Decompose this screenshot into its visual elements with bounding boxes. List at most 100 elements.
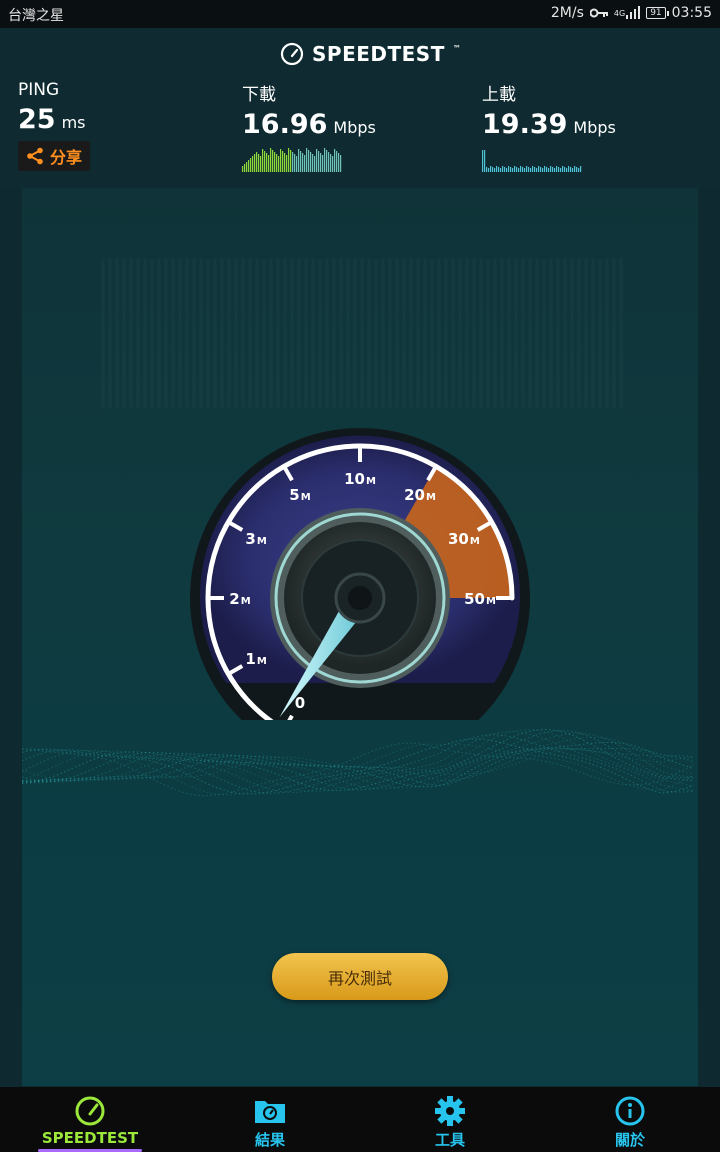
- sparkline-bar: [334, 149, 336, 172]
- status-icons: 2M/s 4G 91 03:55: [551, 5, 712, 21]
- upload-number: 19.39: [482, 109, 568, 140]
- download-label: 下載: [242, 85, 276, 105]
- upload-sparkline: [482, 150, 582, 172]
- share-icon: [27, 147, 43, 165]
- ping-label: PING: [18, 80, 60, 100]
- sparkline-bar: [330, 154, 332, 172]
- sparkline-bar: [572, 168, 574, 172]
- battery-icon: 91: [646, 7, 670, 19]
- sparkline-bar: [252, 156, 254, 172]
- download-value: 16.96 Mbps: [242, 109, 376, 140]
- speedometer-logo-icon: [280, 42, 304, 66]
- sparkline-bar: [520, 166, 522, 172]
- upload-unit: Mbps: [573, 118, 616, 137]
- sparkline-bar: [542, 168, 544, 172]
- nav-speedtest[interactable]: SPEEDTEST: [30, 1095, 150, 1147]
- sparkline-bar: [282, 151, 284, 172]
- background-mesh: [102, 258, 622, 408]
- ping-unit: ms: [61, 113, 86, 132]
- sparkline-bar: [502, 166, 504, 172]
- sparkline-bar: [250, 158, 252, 172]
- sparkline-bar: [532, 166, 534, 172]
- sparkline-bar: [326, 150, 328, 172]
- sparkline-bar: [272, 150, 274, 172]
- sparkline-bar: [300, 151, 302, 172]
- sparkline-bar: [308, 150, 310, 172]
- bottom-navigation: SPEEDTEST 結果 工具 關於: [0, 1087, 720, 1152]
- carrier-name: 台灣之星: [8, 8, 64, 24]
- sparkline-bar: [338, 153, 340, 172]
- sparkline-bar: [530, 168, 532, 172]
- sparkline-bar: [488, 168, 490, 172]
- trademark: ™: [452, 43, 462, 53]
- sparkline-bar: [292, 152, 294, 172]
- sparkline-bar: [482, 150, 484, 172]
- sparkline-bar: [536, 168, 538, 172]
- wave-line: [22, 736, 695, 789]
- sparkline-bar: [254, 154, 256, 172]
- share-button[interactable]: 分享: [18, 141, 90, 171]
- sparkline-bar: [260, 156, 262, 172]
- sparkline-bar: [574, 166, 576, 172]
- sparkline-bar: [528, 167, 530, 172]
- ping-metric: PING 25 ms 分享: [18, 78, 90, 171]
- sparkline-bar: [270, 148, 272, 172]
- info-icon: [615, 1096, 645, 1126]
- sparkline-bar: [298, 149, 300, 172]
- sparkline-bar: [258, 154, 260, 172]
- sparkline-bar: [548, 168, 550, 172]
- upload-value: 19.39 Mbps: [482, 109, 616, 140]
- nav-speedtest-label: SPEEDTEST: [41, 1129, 139, 1147]
- sparkline-bar: [518, 168, 520, 172]
- signal-icon: 4G: [614, 6, 641, 20]
- sparkline-bar: [264, 151, 266, 172]
- sparkline-bar: [560, 168, 562, 172]
- sparkline-bar: [322, 155, 324, 172]
- nav-results[interactable]: 結果: [210, 1095, 330, 1150]
- sparkline-bar: [324, 148, 326, 172]
- nav-results-label: 結果: [254, 1131, 285, 1149]
- sparkline-bar: [564, 167, 566, 172]
- sparkline-bar: [316, 149, 318, 172]
- sparkline-bar: [302, 153, 304, 172]
- nav-tools[interactable]: 工具: [390, 1095, 510, 1150]
- sparkline-bar: [242, 166, 244, 172]
- sparkline-bar: [286, 155, 288, 172]
- sparkline-bar: [544, 166, 546, 172]
- sparkline-bar: [332, 156, 334, 172]
- download-unit: Mbps: [333, 118, 376, 137]
- sparkline-bar: [526, 166, 528, 172]
- sparkline-bar: [268, 155, 270, 172]
- nav-about[interactable]: 關於: [570, 1095, 690, 1150]
- sparkline-bar: [294, 154, 296, 172]
- test-again-button[interactable]: 再次測試: [272, 953, 448, 1000]
- sparkline-bar: [522, 167, 524, 172]
- sparkline-bar: [500, 168, 502, 172]
- sparkline-bar: [566, 168, 568, 172]
- brand-name: SPEEDTEST: [312, 42, 445, 66]
- sparkline-bar: [550, 166, 552, 172]
- sparkline-bar: [580, 166, 582, 172]
- wave-line: [22, 734, 695, 794]
- sparkline-bar: [496, 166, 498, 172]
- sparkline-bar: [510, 167, 512, 172]
- sparkline-bar: [246, 162, 248, 172]
- speedometer-icon: [75, 1096, 105, 1126]
- sparkline-bar: [538, 166, 540, 172]
- sparkline-bar: [312, 154, 314, 172]
- sparkline-bar: [484, 150, 486, 172]
- sparkline-bar: [486, 167, 488, 172]
- sparkline-bar: [256, 152, 258, 172]
- sparkline-bar: [306, 148, 308, 172]
- sparkline-bar: [280, 149, 282, 172]
- nav-tools-label: 工具: [434, 1131, 465, 1149]
- sparkline-bar: [508, 166, 510, 172]
- status-bar: 台灣之星 2M/s 4G 91 03:55: [0, 0, 720, 28]
- sparkline-bar: [504, 167, 506, 172]
- sparkline-bar: [318, 151, 320, 172]
- results-summary: PING 25 ms 分享 下載 16.96 Mbps 上載 19.39 Mbps: [0, 78, 720, 188]
- sparkline-bar: [244, 164, 246, 172]
- sparkline-bar: [524, 168, 526, 172]
- sparkline-bar: [278, 156, 280, 172]
- network-speed: 2M/s: [550, 5, 584, 21]
